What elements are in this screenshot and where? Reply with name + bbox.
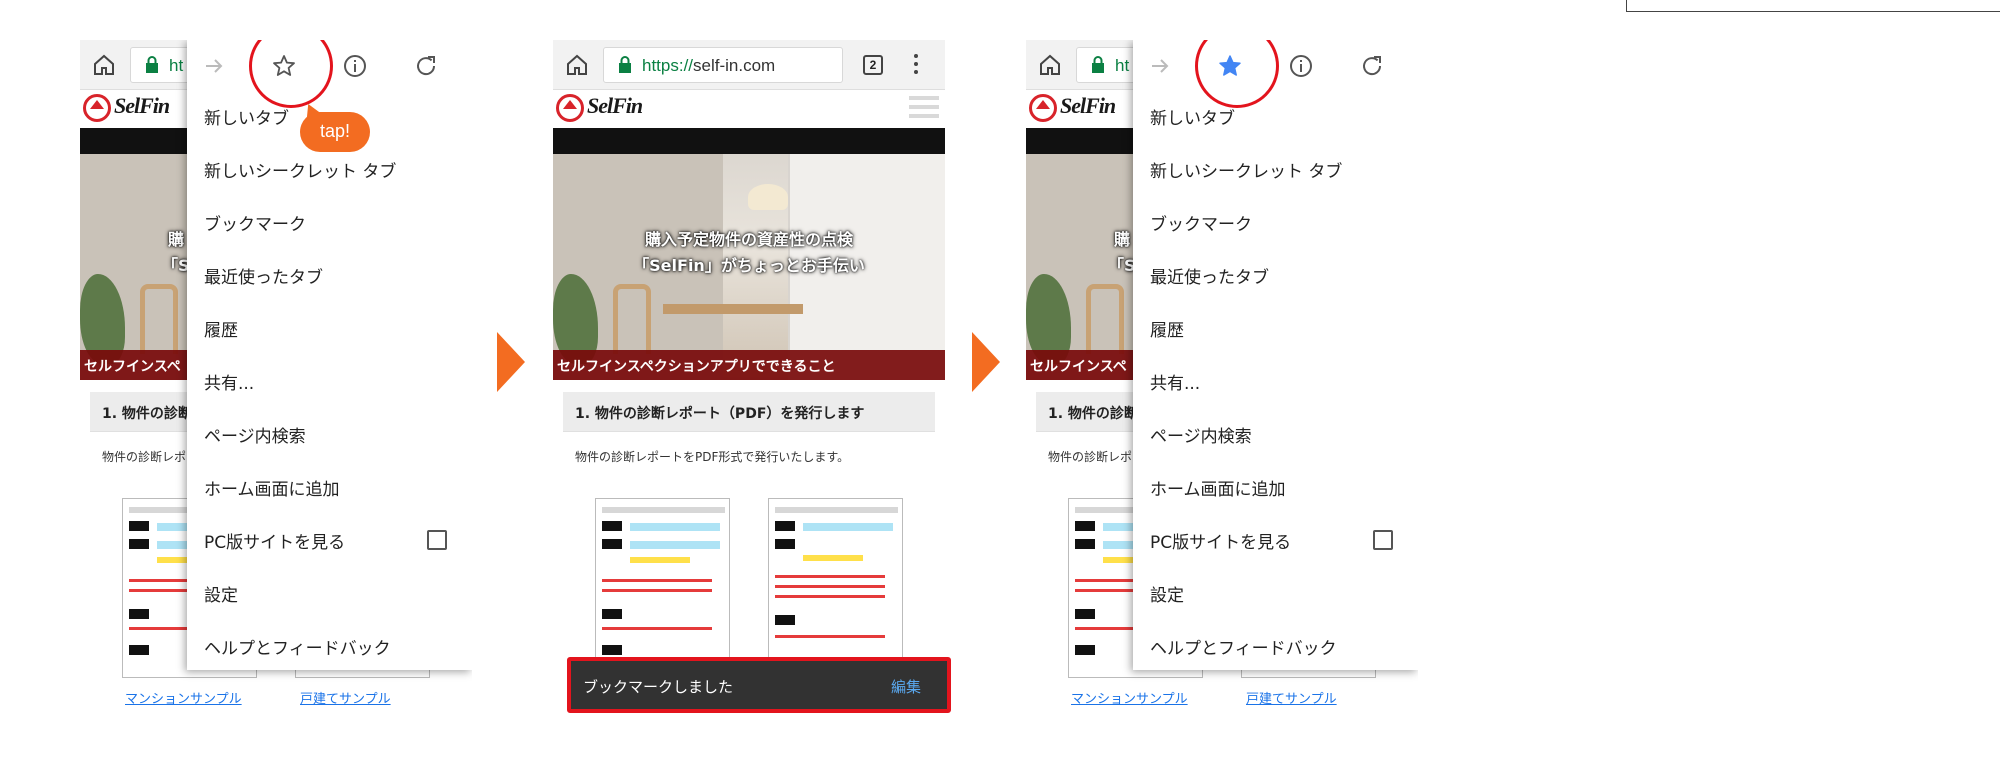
url-host: self-in.com bbox=[693, 56, 776, 75]
section-description: 物件の診断レポ bbox=[102, 450, 187, 464]
info-icon[interactable] bbox=[1288, 53, 1314, 79]
logo-house-icon bbox=[83, 94, 111, 122]
report-thumbnail-condo[interactable] bbox=[595, 498, 730, 678]
menu-item-incognito-tab[interactable]: 新しいシークレット タブ bbox=[204, 157, 396, 182]
report-thumbnail-house[interactable] bbox=[768, 498, 903, 678]
site-logo[interactable]: SelFin bbox=[114, 93, 170, 119]
hero-text-line2: 「SelFin」がちょっとお手伝い bbox=[633, 256, 865, 275]
phone-screen-after: ht SelFin 購 「S セルフインスペ 1. 物件の診断 物件の診断レポ … bbox=[1026, 40, 1418, 705]
step-arrow-1 bbox=[497, 332, 525, 392]
hero-image: 購入予定物件の資産性の点検 「SelFin」がちょっとお手伝い bbox=[553, 154, 945, 380]
lock-icon bbox=[619, 56, 631, 73]
snackbar-message: ブックマークしました bbox=[583, 678, 734, 696]
menu-item-desktop-site[interactable]: PC版サイトを見る bbox=[1150, 528, 1291, 553]
logo-house-icon bbox=[1029, 94, 1057, 122]
menu-item-help-feedback[interactable]: ヘルプとフィードバック bbox=[1150, 634, 1337, 659]
url-text: https://self-in.com bbox=[642, 56, 775, 76]
home-icon[interactable] bbox=[565, 53, 589, 77]
menu-item-share[interactable]: 共有... bbox=[204, 369, 254, 394]
menu-item-find-in-page[interactable]: ページ内検索 bbox=[204, 422, 306, 447]
menu-item-recent-tabs[interactable]: 最近使ったタブ bbox=[1150, 263, 1269, 288]
menu-item-add-to-home[interactable]: ホーム画面に追加 bbox=[204, 475, 340, 500]
menu-item-settings[interactable]: 設定 bbox=[1150, 581, 1184, 606]
condo-sample-link[interactable]: マンションサンプル bbox=[125, 688, 242, 705]
menu-item-history[interactable]: 履歴 bbox=[204, 316, 238, 341]
step-arrow-2 bbox=[972, 332, 1000, 392]
menu-item-share[interactable]: 共有... bbox=[1150, 369, 1200, 394]
home-icon[interactable] bbox=[92, 53, 116, 77]
forward-icon[interactable] bbox=[201, 53, 227, 79]
menu-item-bookmarks[interactable]: ブックマーク bbox=[204, 210, 306, 235]
reload-icon[interactable] bbox=[413, 53, 439, 79]
snackbar-edit-button[interactable]: 編集 bbox=[891, 676, 921, 697]
url-scheme: https:// bbox=[642, 56, 694, 75]
site-header: SelFin bbox=[553, 90, 945, 128]
menu-item-incognito-tab[interactable]: 新しいシークレット タブ bbox=[1150, 157, 1342, 182]
menu-item-new-tab[interactable]: 新しいタブ bbox=[1150, 104, 1235, 129]
header-strip bbox=[553, 128, 945, 154]
logo-house-icon bbox=[556, 94, 584, 122]
hero-text-line1: 購入予定物件の資産性の点検 bbox=[644, 230, 853, 249]
condo-sample-link[interactable]: マンションサンプル bbox=[1071, 688, 1188, 705]
menu-item-history[interactable]: 履歴 bbox=[1150, 316, 1184, 341]
overflow-menu-icon[interactable] bbox=[913, 54, 919, 76]
tap-callout: tap! bbox=[300, 112, 370, 152]
bookmark-snackbar: ブックマークしました 編集 bbox=[567, 657, 951, 713]
site-logo[interactable]: SelFin bbox=[587, 93, 643, 119]
feature-band: セルフインスペクションアプリでできること bbox=[553, 350, 945, 380]
menu-item-find-in-page[interactable]: ページ内検索 bbox=[1150, 422, 1252, 447]
phone-screen-bookmarked: https://self-in.com 2 SelFin 購入予定物件の資産性の… bbox=[553, 40, 945, 705]
menu-item-add-to-home[interactable]: ホーム画面に追加 bbox=[1150, 475, 1286, 500]
site-logo[interactable]: SelFin bbox=[1060, 93, 1116, 119]
house-sample-link[interactable]: 戸建てサンプル bbox=[300, 688, 391, 705]
url-field[interactable]: https://self-in.com bbox=[603, 47, 843, 83]
info-icon[interactable] bbox=[342, 53, 368, 79]
tab-switcher-icon[interactable]: 2 bbox=[863, 55, 883, 75]
overflow-menu: 新しいタブ 新しいシークレット タブ ブックマーク 最近使ったタブ 履歴 共有.… bbox=[1133, 40, 1418, 670]
desktop-site-checkbox[interactable] bbox=[427, 530, 447, 550]
corner-frame bbox=[1626, 0, 2000, 12]
desktop-site-checkbox[interactable] bbox=[1373, 530, 1393, 550]
house-sample-link[interactable]: 戸建てサンプル bbox=[1246, 688, 1337, 705]
section-description: 物件の診断レポートをPDF形式で発行いたします。 bbox=[575, 450, 850, 464]
section-description: 物件の診断レポ bbox=[1048, 450, 1133, 464]
hamburger-menu-icon[interactable] bbox=[909, 96, 939, 122]
menu-item-help-feedback[interactable]: ヘルプとフィードバック bbox=[204, 634, 391, 659]
phone-screen-before: ht SelFin 購 「S セルフインスペ 1. 物件の診断 物件の診断レポ … bbox=[80, 40, 472, 705]
home-icon[interactable] bbox=[1038, 53, 1062, 77]
url-text: ht bbox=[1115, 56, 1130, 75]
url-text: ht bbox=[169, 56, 184, 75]
lock-icon bbox=[1092, 56, 1104, 73]
lock-icon bbox=[146, 56, 158, 73]
menu-item-bookmarks[interactable]: ブックマーク bbox=[1150, 210, 1252, 235]
reload-icon[interactable] bbox=[1359, 53, 1385, 79]
menu-item-settings[interactable]: 設定 bbox=[204, 581, 238, 606]
menu-item-new-tab[interactable]: 新しいタブ bbox=[204, 104, 289, 129]
section-title: 1. 物件の診断レポート（PDF）を発行します bbox=[563, 392, 935, 432]
forward-icon[interactable] bbox=[1147, 53, 1173, 79]
menu-item-recent-tabs[interactable]: 最近使ったタブ bbox=[204, 263, 323, 288]
menu-item-desktop-site[interactable]: PC版サイトを見る bbox=[204, 528, 345, 553]
address-bar: https://self-in.com 2 bbox=[553, 40, 945, 90]
